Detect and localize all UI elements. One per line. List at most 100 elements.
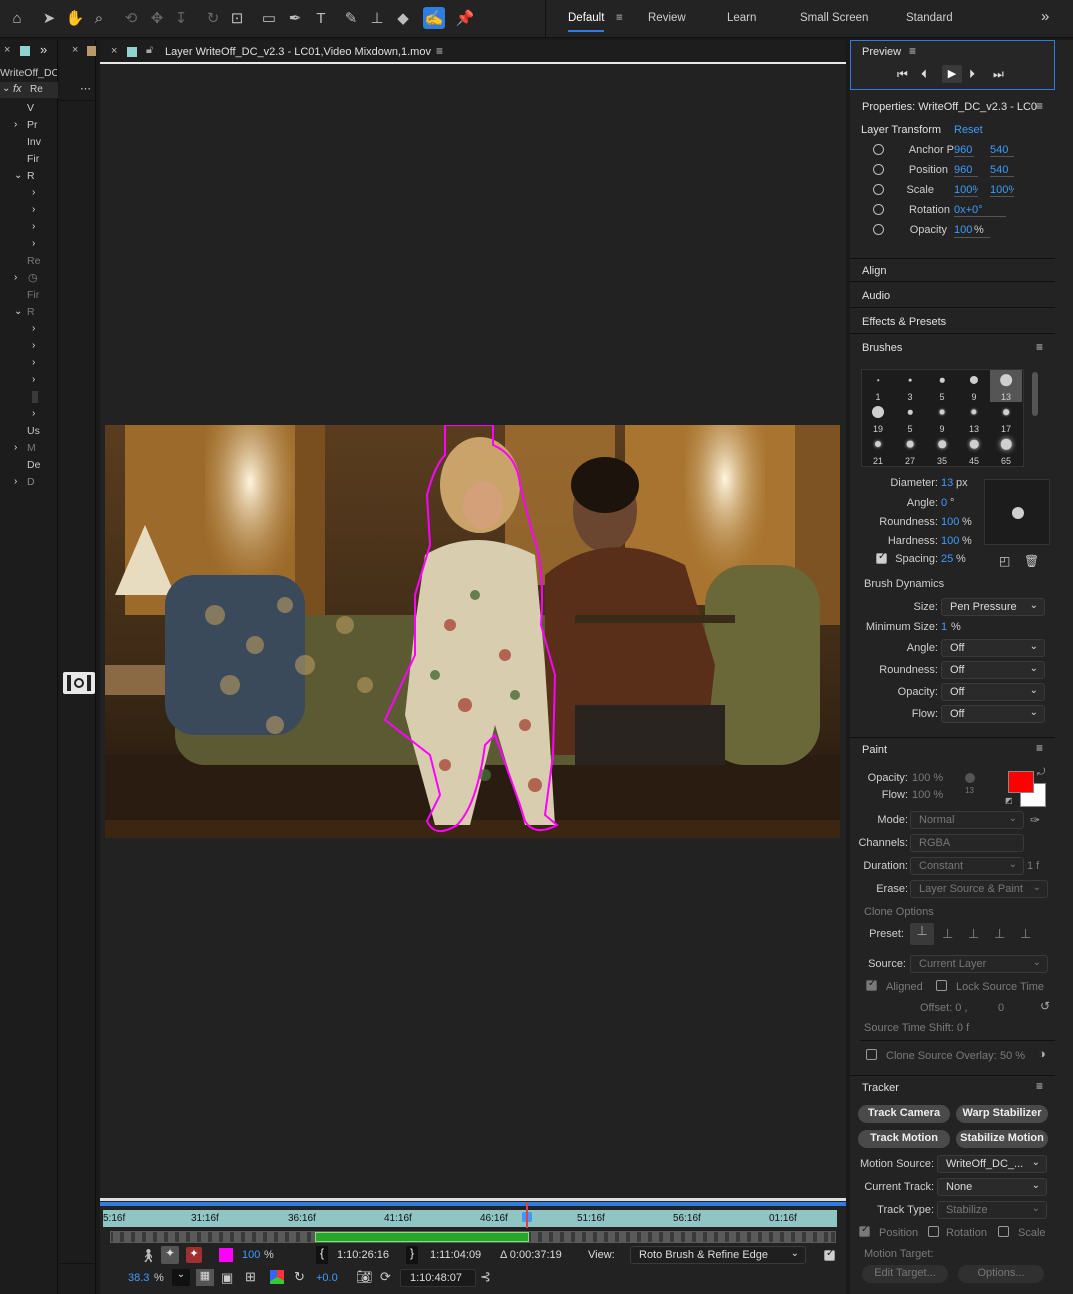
panel-menu-icon[interactable]: ≡ (1036, 340, 1043, 354)
rectangle-tool-icon[interactable]: ▭ (258, 7, 280, 29)
dolly-camera-icon[interactable]: ↧ (170, 7, 192, 29)
propagation-track[interactable] (110, 1231, 836, 1243)
pan-behind-tool-icon[interactable]: ⊡ (226, 7, 248, 29)
brush-tip[interactable]: 13 (958, 402, 990, 434)
dyn-angle-dropdown[interactable]: Off ⌄ (941, 639, 1045, 657)
stopwatch-icon[interactable] (873, 204, 884, 215)
dyn-size-dropdown[interactable]: Pen Pressure ⌄ (941, 598, 1045, 616)
workspaces-overflow-icon[interactable]: » (1041, 8, 1049, 25)
swap-colors-icon[interactable]: ⤾ (1037, 767, 1045, 778)
warp-stabilizer-button[interactable]: Warp Stabilizer (956, 1105, 1048, 1123)
out-time[interactable]: 1:11:04:09 (430, 1249, 481, 1261)
brush-tip[interactable]: 5 (894, 402, 926, 434)
clone-preset-1-icon[interactable]: ⊥ (910, 923, 934, 945)
chevron-right-icon[interactable]: › (32, 238, 35, 249)
pen-tool-icon[interactable]: ✒ (284, 7, 306, 29)
chevron-down-icon[interactable]: ⌄ (14, 170, 22, 181)
brush-tip[interactable]: 13 (990, 370, 1022, 402)
clone-overlay-checkbox[interactable] (866, 1049, 877, 1060)
stopwatch-icon[interactable] (873, 144, 884, 155)
workspace-menu-icon[interactable]: ≡ (616, 12, 623, 24)
track-type-dropdown[interactable]: Stabilize ⌄ (937, 1201, 1047, 1219)
new-brush-icon[interactable]: ◰ (999, 554, 1010, 568)
flowchart-icon[interactable]: ⊰ (480, 1269, 491, 1285)
brush-tip[interactable]: 45 (958, 434, 990, 466)
brush-tip[interactable]: 5 (926, 370, 958, 402)
first-frame-icon[interactable]: ⏮ (897, 67, 908, 82)
workspace-small-screen[interactable]: Small Screen (800, 12, 868, 24)
chevron-right-icon[interactable]: › (32, 187, 35, 198)
brush-tip[interactable]: 17 (990, 402, 1022, 434)
current-track-dropdown[interactable]: None ⌄ (937, 1178, 1047, 1196)
spacing-value[interactable]: 25 (941, 553, 953, 565)
hand-tool-icon[interactable]: ✋ (64, 7, 86, 29)
brush-tip[interactable]: 27 (894, 434, 926, 466)
close-icon[interactable]: × (72, 44, 78, 56)
region-of-interest-icon[interactable]: ▣ (221, 1270, 233, 1286)
show-snapshot-icon[interactable]: ⟳ (380, 1269, 391, 1285)
position-x[interactable]: 960 (954, 164, 978, 177)
track-motion-button[interactable]: Track Motion (858, 1130, 950, 1148)
erase-dropdown[interactable]: Layer Source & Paint ⌄ (910, 880, 1048, 898)
chevron-down-icon[interactable]: ⌄ (14, 306, 22, 317)
edit-target-button[interactable]: Edit Target... (862, 1265, 948, 1283)
anchor-x[interactable]: 960 (954, 144, 974, 157)
video-frame[interactable] (105, 425, 840, 838)
overlay-opacity-value[interactable]: 100 (242, 1249, 260, 1261)
brush-tip[interactable]: 9 (926, 402, 958, 434)
transparency-grid-icon[interactable]: ▦ (196, 1269, 214, 1286)
offset-readout[interactable]: Offset: 0 , 0 (920, 1002, 1004, 1014)
panel-menu-icon[interactable]: ≡ (909, 44, 916, 58)
more-options-icon[interactable]: ⋯ (80, 82, 91, 95)
track-camera-button[interactable]: Track Camera (858, 1105, 950, 1123)
anchor-y[interactable]: 540 (990, 144, 1014, 157)
chevron-right-icon[interactable]: › (32, 340, 35, 351)
stopwatch-icon[interactable] (873, 184, 884, 195)
clone-preset-3-icon[interactable]: ⊥ (968, 926, 979, 942)
brushes-section-header[interactable]: Brushes (850, 336, 1055, 360)
mode-dropdown[interactable]: Normal ⌄ (910, 811, 1024, 829)
source-time-shift[interactable]: Source Time Shift: 0 f (864, 1022, 969, 1034)
snapshot-camera-icon[interactable]: 📷︎ (356, 1269, 373, 1285)
time-navigator-bar[interactable] (100, 1202, 846, 1206)
options-button[interactable]: Options... (958, 1265, 1044, 1283)
view-dropdown[interactable]: Roto Brush & Refine Edge ⌄ (630, 1246, 806, 1264)
effect-row-selected[interactable]: ⌄ fx Re (0, 82, 58, 98)
time-ruler[interactable]: 5:16f 31:16f 36:16f 41:16f 46:16f 51:16f… (103, 1210, 837, 1227)
scale-y[interactable]: 100% (990, 184, 1014, 197)
position-y[interactable]: 540 (990, 164, 1014, 177)
render-checkbox[interactable] (824, 1248, 835, 1261)
guides-icon[interactable]: ⊞ (245, 1269, 256, 1285)
dyn-flow-dropdown[interactable]: Off ⌄ (941, 705, 1045, 723)
play-icon[interactable]: ▶ (942, 65, 962, 83)
chevron-right-icon[interactable]: › (14, 476, 17, 487)
roto-figure-icon[interactable]: 🚶︎ (140, 1248, 157, 1264)
orbit-camera-icon[interactable]: ⟲ (120, 7, 142, 29)
audio-section-header[interactable]: Audio (850, 284, 1055, 308)
scale-x[interactable]: 100% (954, 184, 978, 197)
zoom-tool-icon[interactable]: ⌕ (88, 7, 110, 29)
roundness-value[interactable]: 100 (941, 516, 959, 528)
brush-tips-grid[interactable]: 1 3 5 9 13 19 5 9 13 17 21 27 35 45 65 (861, 369, 1024, 467)
brush-tool-icon[interactable]: ✎ (340, 7, 362, 29)
clone-overlay-value[interactable]: 50 % (1000, 1050, 1025, 1062)
close-icon[interactable]: × (4, 44, 10, 56)
zoom-value[interactable]: 38.3 (128, 1272, 149, 1284)
previous-frame-icon[interactable]: ⏴ (921, 67, 927, 82)
reset-link[interactable]: Reset (954, 124, 983, 136)
clone-preset-5-icon[interactable]: ⊥ (1020, 926, 1031, 942)
hardness-value[interactable]: 100 (941, 535, 959, 547)
panel-menu-icon[interactable]: ≡ (1036, 1079, 1043, 1093)
stabilize-motion-button[interactable]: Stabilize Motion (956, 1130, 1048, 1148)
stopwatch-icon[interactable] (873, 164, 884, 175)
lock-source-time-checkbox[interactable] (936, 980, 947, 991)
chevron-right-icon[interactable]: › (14, 272, 17, 283)
brush-grid-scrollbar[interactable] (1032, 372, 1038, 416)
eraser-tool-icon[interactable]: ◆ (392, 7, 414, 29)
clone-preset-4-icon[interactable]: ⊥ (994, 926, 1005, 942)
align-section-header[interactable]: Align (850, 258, 1055, 282)
rotation-tool-icon[interactable]: ↻ (202, 7, 224, 29)
default-colors-icon[interactable]: ◩ (1005, 796, 1013, 805)
type-tool-icon[interactable]: T (310, 7, 332, 29)
difference-mode-icon[interactable]: ◑ (1038, 1046, 1046, 1061)
